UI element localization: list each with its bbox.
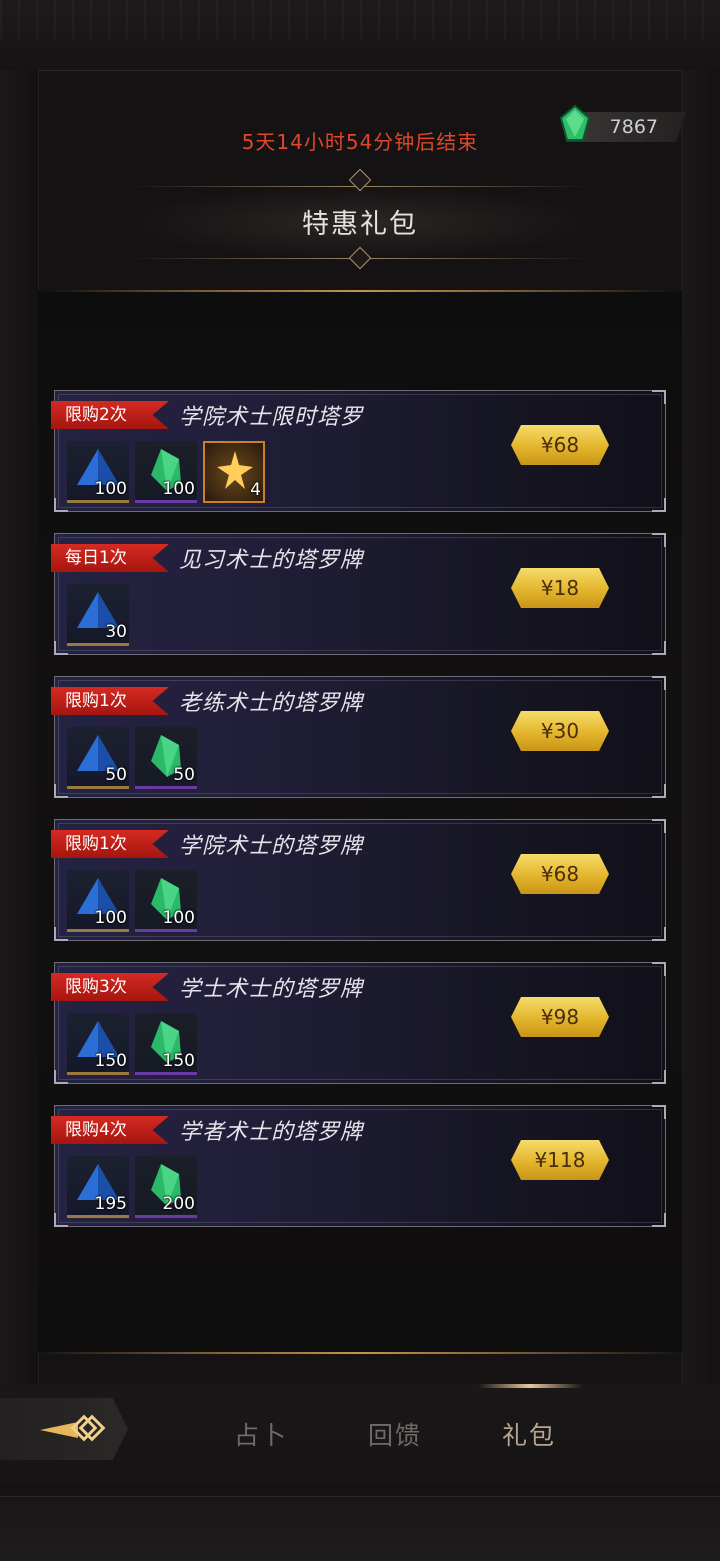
reward-item[interactable]: 50 [135,727,197,789]
package-name: 学者术士的塔罗牌 [179,1120,364,1145]
item-quantity: 150 [162,1051,195,1071]
package-card[interactable]: 限购3次 学士术士的塔罗牌 150 150 ¥98 [51,962,666,1084]
package-name: 老练术士的塔罗牌 [179,691,364,716]
corner-ornament [652,641,666,655]
corner-ornament [652,498,666,512]
reward-item[interactable]: 200 [135,1156,197,1218]
panel-bottom-border [38,1352,682,1354]
reward-item[interactable]: 150 [135,1013,197,1075]
reward-item[interactable]: 100 [67,870,129,932]
top-frame [0,0,720,71]
left-frame [0,70,39,1430]
corner-ornament [652,784,666,798]
reward-item[interactable]: 150 [67,1013,129,1075]
price-button[interactable]: ¥98 [511,997,609,1037]
package-name: 学院术士限时塔罗 [179,405,364,430]
purchase-limit-badge: 限购1次 [51,687,169,715]
item-quantity: 100 [94,479,127,499]
item-quantity: 100 [162,479,195,499]
corner-ornament [652,962,666,976]
reward-item[interactable]: 100 [67,441,129,503]
package-card[interactable]: 限购2次 学院术士限时塔罗 100 100 4 ¥68 [51,390,666,512]
right-frame [681,70,720,1430]
corner-ornament [652,533,666,547]
back-arrow-icon [40,1414,106,1442]
corner-ornament [652,1213,666,1227]
bottom-frame [0,1496,720,1561]
tab-divination[interactable]: 占卜 [234,1416,288,1452]
corner-ornament [54,641,68,655]
tab-feedback[interactable]: 回馈 [368,1416,422,1452]
corner-ornament [652,1105,666,1119]
corner-ornament [652,676,666,690]
active-tab-indicator [478,1384,582,1388]
corner-ornament [54,927,68,941]
reward-item[interactable]: 4 [203,441,265,503]
corner-ornament [652,1070,666,1084]
item-quantity: 150 [94,1051,127,1071]
price-button[interactable]: ¥118 [511,1140,609,1180]
corner-ornament [652,819,666,833]
price-button[interactable]: ¥30 [511,711,609,751]
package-card[interactable]: 每日1次 见习术士的塔罗牌 30 ¥18 [51,533,666,655]
price-button[interactable]: ¥18 [511,568,609,608]
corner-ornament [54,498,68,512]
reward-item[interactable]: 100 [135,870,197,932]
item-quantity: 4 [250,480,261,500]
purchase-limit-badge: 每日1次 [51,544,169,572]
package-name: 学院术士的塔罗牌 [179,834,364,859]
corner-ornament [54,1070,68,1084]
item-quantity: 200 [162,1194,195,1214]
package-card[interactable]: 限购1次 学院术士的塔罗牌 100 100 ¥68 [51,819,666,941]
package-name: 见习术士的塔罗牌 [179,548,364,573]
reward-item[interactable]: 30 [67,584,129,646]
reward-item[interactable]: 50 [67,727,129,789]
page-title: 特惠礼包 [302,209,418,240]
reward-item[interactable]: 100 [135,441,197,503]
item-quantity: 100 [94,908,127,928]
item-quantity: 195 [94,1194,127,1214]
purchase-limit-badge: 限购3次 [51,973,169,1001]
green-gem-icon [559,104,591,141]
item-quantity: 50 [105,765,127,785]
package-name: 学士术士的塔罗牌 [179,977,364,1002]
panel-top-border [38,290,682,292]
purchase-limit-badge: 限购2次 [51,401,169,429]
purchase-limit-badge: 限购1次 [51,830,169,858]
reward-item[interactable]: 195 [67,1156,129,1218]
currency-value: 7867 [609,116,658,138]
corner-ornament [54,1213,68,1227]
price-button[interactable]: ¥68 [511,854,609,894]
price-button[interactable]: ¥68 [511,425,609,465]
item-quantity: 50 [173,765,195,785]
corner-ornament [54,784,68,798]
package-card[interactable]: 限购4次 学者术士的塔罗牌 195 200 ¥118 [51,1105,666,1227]
purchase-limit-badge: 限购4次 [51,1116,169,1144]
corner-ornament [652,390,666,404]
corner-ornament [652,927,666,941]
package-card[interactable]: 限购1次 老练术士的塔罗牌 50 50 ¥30 [51,676,666,798]
item-quantity: 100 [162,908,195,928]
tab-gift-pack[interactable]: 礼包 [502,1416,556,1452]
back-button[interactable] [0,1398,128,1460]
item-quantity: 30 [105,622,127,642]
